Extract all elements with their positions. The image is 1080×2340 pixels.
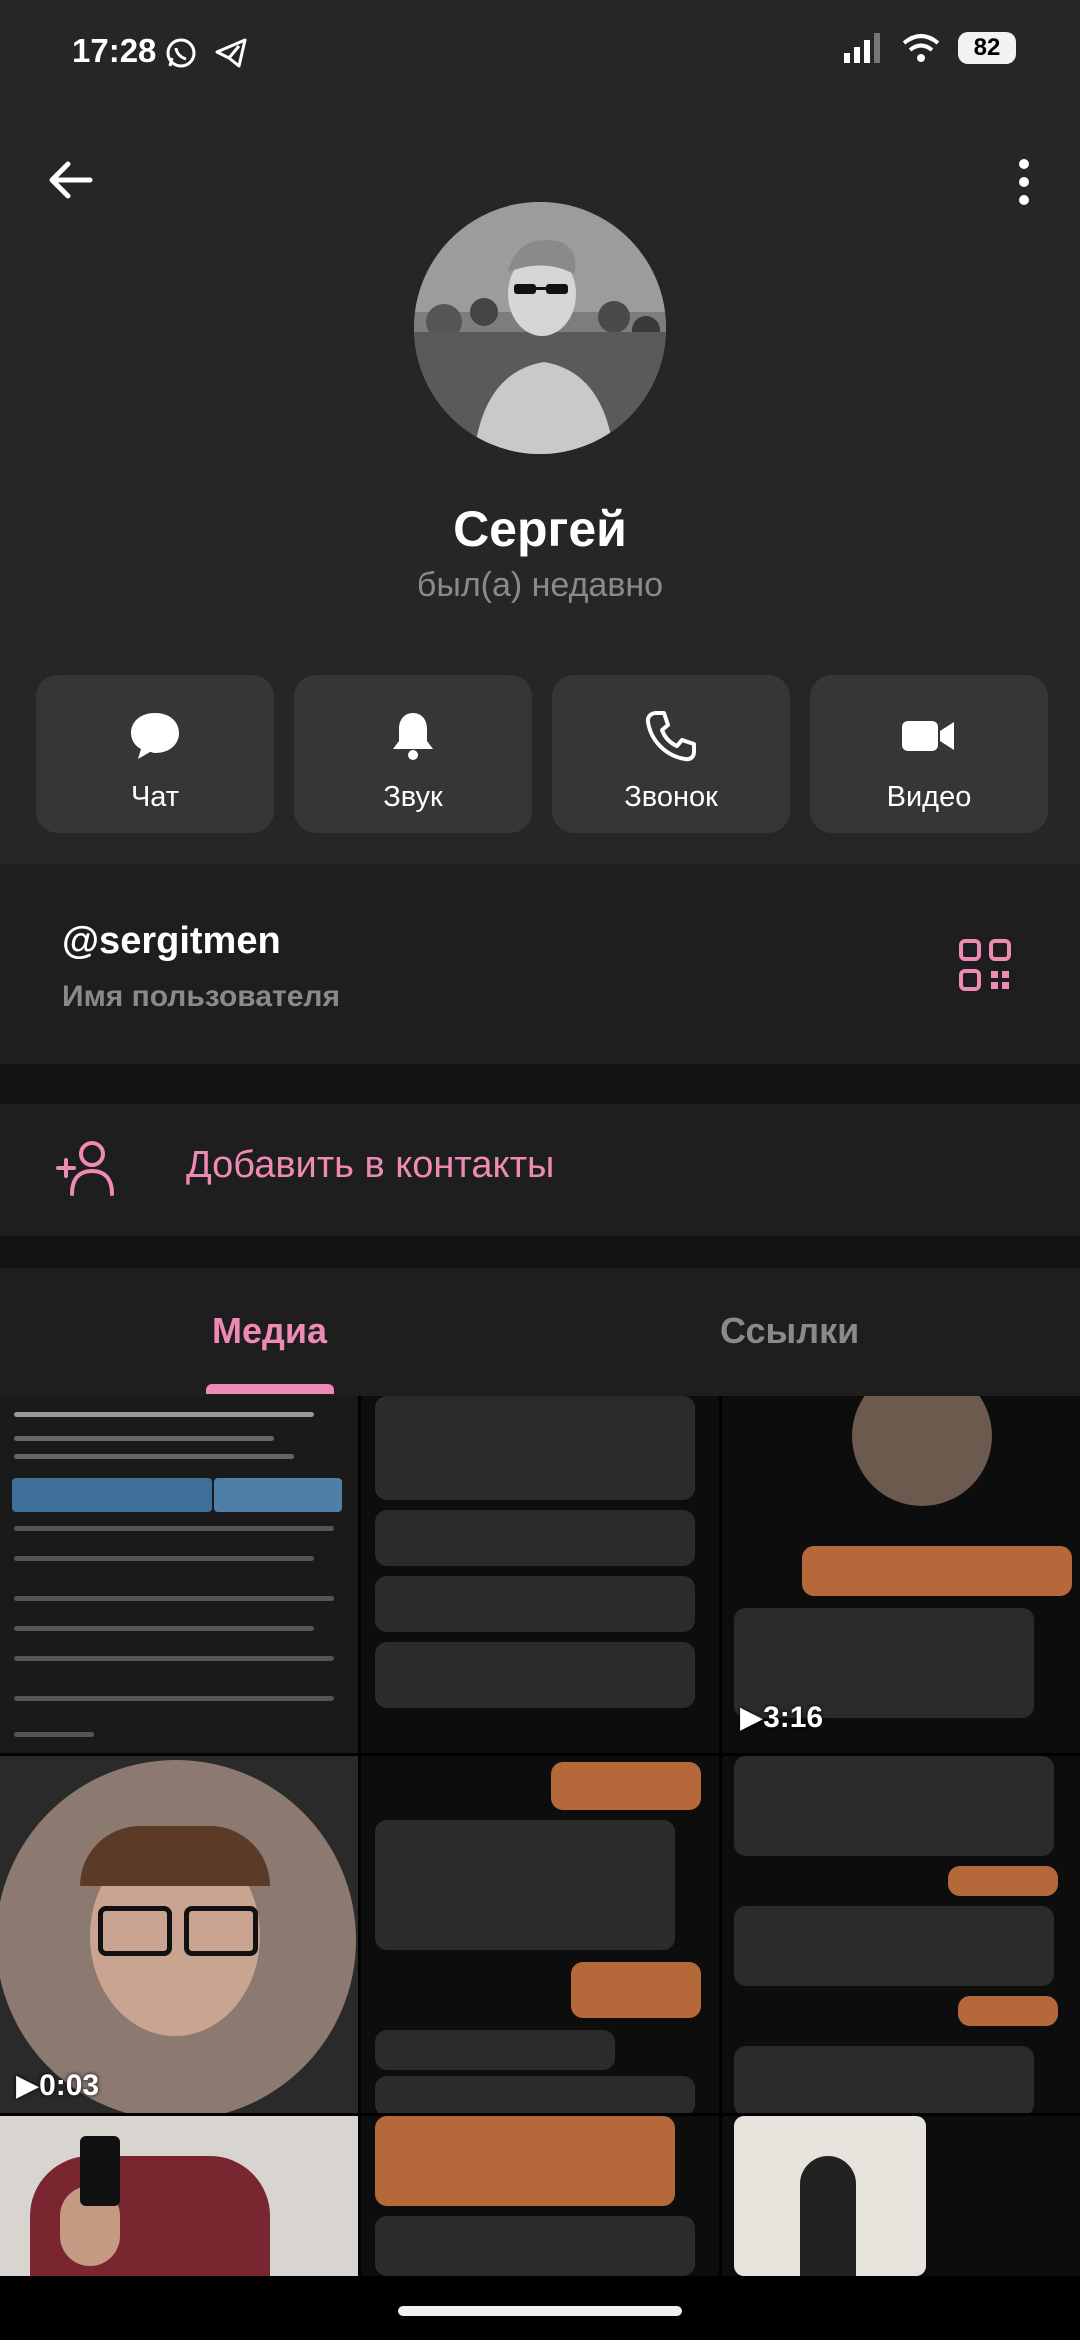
sound-button[interactable]: Звук	[294, 675, 532, 833]
sound-button-label: Звук	[383, 781, 443, 813]
username-value[interactable]: @sergitmen	[62, 920, 281, 963]
contact-name: Сергей	[453, 501, 627, 557]
media-thumbnail[interactable]	[0, 1396, 358, 1753]
username-caption: Имя пользователя	[62, 980, 340, 1013]
home-indicator[interactable]	[398, 2306, 682, 2316]
add-contact-label[interactable]: Добавить в контакты	[186, 1144, 554, 1187]
video-duration: ▶3:16	[740, 1701, 824, 1734]
add-user-icon[interactable]	[54, 1138, 120, 1198]
call-button-label: Звонок	[624, 781, 718, 813]
wifi-icon	[902, 34, 940, 62]
status-bar: 17:28 82	[0, 0, 1080, 110]
tab-media[interactable]: Медиа	[212, 1310, 327, 1352]
media-thumbnail[interactable]	[722, 2116, 1080, 2276]
video-camera-icon	[902, 721, 954, 751]
whatsapp-icon	[166, 38, 196, 68]
status-time: 17:28	[72, 32, 157, 69]
bell-icon	[393, 713, 433, 760]
telegram-icon	[215, 38, 247, 68]
status-right: 82	[844, 32, 1016, 64]
video-button[interactable]: Видео	[810, 675, 1048, 833]
username-card[interactable]	[0, 864, 1080, 1064]
chat-bubble-icon	[131, 713, 179, 759]
media-thumbnail[interactable]: ▶0:03	[0, 1756, 358, 2113]
media-tabs	[0, 1268, 1080, 1396]
media-thumbnail[interactable]	[361, 1396, 719, 1753]
video-button-label: Видео	[886, 781, 972, 813]
video-duration: ▶0:03	[16, 2069, 100, 2102]
battery-indicator: 82	[958, 32, 1016, 64]
media-thumbnail[interactable]	[0, 2116, 358, 2276]
qr-code-icon[interactable]	[958, 938, 1012, 992]
section-divider	[0, 1064, 1080, 1104]
active-tab-indicator	[206, 1384, 334, 1394]
action-buttons: Чат Звук Звонок Видео	[36, 675, 1048, 833]
tab-links[interactable]: Ссылки	[720, 1310, 859, 1352]
media-grid: ▶3:16 ▶0:03	[0, 1396, 1080, 2276]
avatar[interactable]	[414, 202, 666, 454]
section-divider	[0, 1236, 1080, 1268]
media-thumbnail[interactable]	[361, 1756, 719, 2113]
back-arrow-icon[interactable]	[42, 150, 102, 210]
call-button[interactable]: Звонок	[552, 675, 790, 833]
media-thumbnail[interactable]: ▶3:16	[722, 1396, 1080, 1753]
more-vertical-icon[interactable]	[994, 150, 1054, 214]
last-seen-status: был(а) недавно	[416, 566, 664, 604]
chat-button[interactable]: Чат	[36, 675, 274, 833]
signal-icon	[844, 33, 880, 63]
media-thumbnail[interactable]	[722, 1756, 1080, 2113]
phone-icon	[645, 711, 696, 762]
media-thumbnail[interactable]	[361, 2116, 719, 2276]
chat-button-label: Чат	[130, 781, 180, 813]
